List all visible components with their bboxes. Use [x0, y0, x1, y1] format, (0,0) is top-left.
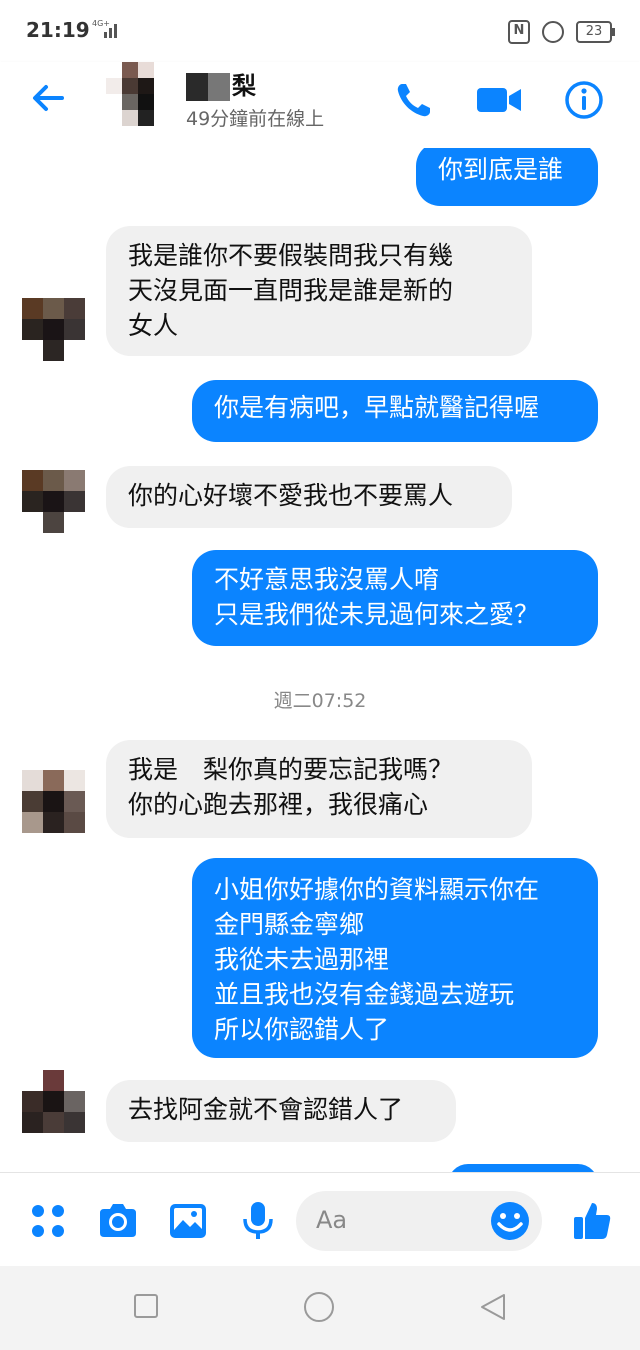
signal-icon: 4G+ — [92, 19, 117, 38]
message-bubble-incoming[interactable]: 去找阿金就不會認錯人了 — [106, 1080, 456, 1142]
message-text: 你的心跑去那裡，我很痛心 — [128, 790, 429, 819]
message-text: 去找阿金就不會認錯人了 — [128, 1095, 404, 1124]
recent-apps-icon[interactable] — [132, 1292, 160, 1320]
phone-icon[interactable] — [392, 78, 436, 122]
network-label: 4G+ — [92, 19, 110, 28]
back-nav-icon[interactable] — [478, 1292, 510, 1322]
message-bubble-outgoing[interactable]: 你到底是誰 — [416, 148, 598, 206]
message-text: 所以你認錯人了 — [214, 1015, 390, 1044]
message-input[interactable]: Aa — [296, 1191, 542, 1251]
message-composer: Aa — [0, 1172, 640, 1267]
message-text: 我從未去過那裡 — [214, 945, 390, 974]
image-icon[interactable] — [166, 1199, 210, 1243]
nfc-icon: N — [508, 20, 530, 44]
message-text: 只是我們從未見過何來之愛？ — [214, 600, 540, 629]
message-text: 你到底是誰 — [438, 155, 564, 184]
message-text: 並且我也沒有金錢過去遊玩 — [214, 980, 515, 1009]
system-navigation-bar — [0, 1266, 640, 1350]
microphone-icon[interactable] — [236, 1199, 280, 1243]
thumbs-up-icon[interactable] — [570, 1199, 614, 1243]
battery-icon: 23 — [576, 21, 615, 43]
message-text: 你是有病吧，早點就醫記得喔 — [214, 393, 540, 422]
message-bubble-incoming[interactable]: 我是 梨你真的要忘記我嗎？ 你的心跑去那裡，我很痛心 — [106, 740, 532, 838]
message-bubble-incoming[interactable]: 我是誰你不要假裝問我只有幾 天沒見面一直問我是誰是新的 女人 — [106, 226, 532, 356]
message-input-placeholder: Aa — [316, 1206, 348, 1234]
avatar[interactable] — [22, 770, 86, 834]
chat-header: 梨 49分鐘前在線上 — [0, 62, 640, 148]
message-text: 金門縣金寧鄉 — [214, 910, 365, 939]
message-bubble-outgoing[interactable]: 你是有病吧，早點就醫記得喔 — [192, 380, 598, 442]
video-camera-icon[interactable] — [474, 78, 524, 122]
avatar[interactable] — [100, 62, 170, 132]
message-text: 你的心好壞不愛我也不要罵人 — [128, 481, 454, 510]
camera-icon[interactable] — [96, 1199, 140, 1243]
smiley-icon[interactable] — [488, 1199, 532, 1243]
info-icon[interactable] — [562, 78, 606, 122]
message-text: 不好意思我沒罵人唷 — [214, 565, 440, 594]
message-text: 我是 梨你真的要忘記我嗎？ — [128, 755, 454, 784]
message-text: 我是誰你不要假裝問我只有幾 — [128, 241, 454, 270]
arrow-left-icon[interactable] — [28, 78, 68, 118]
redacted-name — [186, 73, 230, 101]
four-dots-icon[interactable] — [26, 1199, 70, 1243]
avatar[interactable] — [22, 1070, 86, 1134]
status-time: 21:19 — [26, 18, 90, 42]
message-bubble-outgoing[interactable]: 小姐你好據你的資料顯示你在 金門縣金寧鄉 我從未去過那裡 並且我也沒有金錢過去遊… — [192, 858, 598, 1058]
avatar[interactable] — [22, 298, 86, 362]
contact-name[interactable]: 梨 — [186, 66, 256, 101]
message-timestamp: 週二07:52 — [273, 690, 367, 712]
message-bubble-outgoing[interactable]: 不好意思我沒罵人唷 只是我們從未見過何來之愛？ — [192, 550, 598, 646]
avatar[interactable] — [22, 470, 86, 534]
battery-level: 23 — [585, 24, 603, 39]
presence-status: 49分鐘前在線上 — [186, 108, 325, 130]
message-bubble-outgoing[interactable] — [448, 1164, 598, 1172]
message-text: 女人 — [128, 311, 179, 340]
message-bubble-incoming[interactable]: 你的心好壞不愛我也不要罵人 — [106, 466, 512, 528]
status-bar: 21:19 4G+ N 23 — [0, 0, 640, 62]
home-icon[interactable] — [302, 1290, 336, 1324]
message-text: 小姐你好據你的資料顯示你在 — [214, 875, 540, 904]
alarm-icon — [542, 21, 564, 43]
message-list[interactable]: 你到底是誰 我是誰你不要假裝問我只有幾 天沒見面一直問我是誰是新的 女人 你是有… — [0, 148, 640, 1172]
message-text: 天沒見面一直問我是誰是新的 — [128, 276, 454, 305]
